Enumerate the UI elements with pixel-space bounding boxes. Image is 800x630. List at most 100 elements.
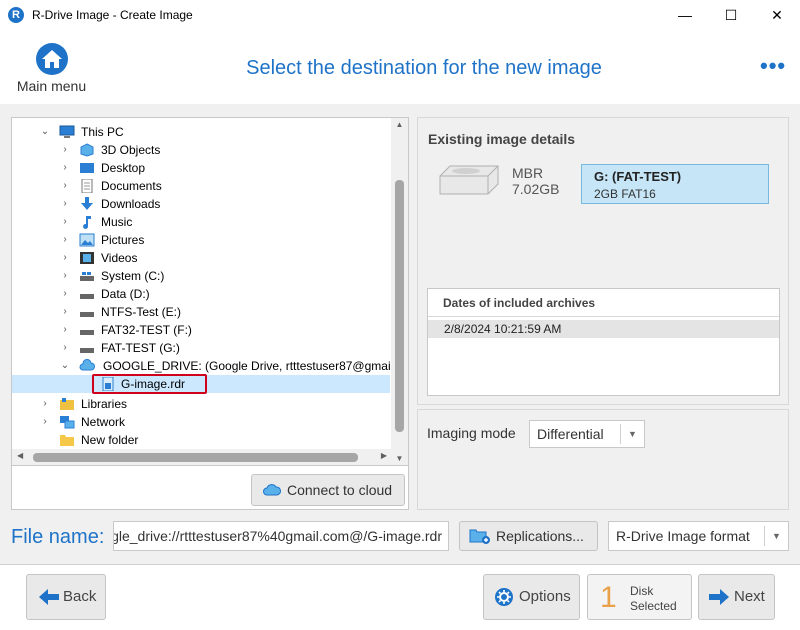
pictures-icon xyxy=(79,233,95,247)
file-name-label: File name: xyxy=(11,526,105,548)
partition-name: G: (FAT-TEST) xyxy=(594,169,682,184)
videos-icon xyxy=(80,252,94,264)
replications-label: Replications... xyxy=(496,528,584,544)
tree-item-label: Libraries xyxy=(81,397,128,411)
tree-item-label: NTFS-Test (E:) xyxy=(101,305,181,319)
scroll-right-icon[interactable]: ▶ xyxy=(381,451,387,460)
maximize-button[interactable]: ☐ xyxy=(708,0,754,31)
computer-icon xyxy=(59,125,75,138)
next-button[interactable]: Next xyxy=(698,574,775,620)
tree-item-data-d[interactable]: › Data (D:) xyxy=(12,285,390,303)
chevron-down-icon[interactable]: ⌄ xyxy=(40,123,50,141)
tree-item-label: Music xyxy=(101,215,133,229)
title-bar: R R-Drive Image - Create Image — ☐ ✕ xyxy=(0,0,800,31)
tree-item-downloads[interactable]: › Downloads xyxy=(12,195,390,213)
tree-item-ntfs-test-e[interactable]: › NTFS-Test (E:) xyxy=(12,303,390,321)
tree-item-documents[interactable]: › Documents xyxy=(12,177,390,195)
chevron-right-icon[interactable]: › xyxy=(60,231,70,249)
scroll-up-icon[interactable]: ▲ xyxy=(391,120,408,129)
drive-icon xyxy=(80,330,94,335)
chevron-right-icon[interactable]: › xyxy=(60,213,70,231)
partition-info: 2GB FAT16 xyxy=(594,187,656,201)
archive-date: 2/8/2024 10:21:59 AM xyxy=(444,322,562,336)
tree-item-g-image-rdr[interactable]: G-image.rdr xyxy=(12,375,390,393)
existing-image-details: Existing image details MBR 7.02GB G: (FA… xyxy=(417,117,789,405)
list-item[interactable]: 2/8/2024 10:21:59 AM xyxy=(428,320,779,338)
chevron-down-icon[interactable]: ⌄ xyxy=(60,357,70,375)
tree-item-label: New folder xyxy=(81,433,139,447)
details-title: Existing image details xyxy=(428,131,576,147)
chevron-right-icon[interactable]: › xyxy=(60,249,70,267)
chevron-right-icon[interactable]: › xyxy=(60,195,70,213)
image-format-select[interactable]: R-Drive Image format ▼ xyxy=(608,521,789,551)
imaging-mode-select[interactable]: Differential ▼ xyxy=(529,420,645,448)
tree-item-this-pc[interactable]: ⌄ This PC xyxy=(12,123,390,141)
options-button[interactable]: Options xyxy=(483,574,580,620)
chevron-down-icon[interactable]: ▼ xyxy=(620,424,644,444)
tree-item-label: FAT32-TEST (F:) xyxy=(101,323,192,337)
disk-selected-label-line2: Selected xyxy=(630,599,677,613)
tree-item-label: GOOGLE_DRIVE: (Google Drive, rtttestuser… xyxy=(103,359,390,373)
chevron-right-icon[interactable]: › xyxy=(60,159,70,177)
tree-item-system-c[interactable]: › System (C:) xyxy=(12,267,390,285)
scroll-down-icon[interactable]: ▼ xyxy=(391,454,408,463)
tree-horizontal-scrollbar[interactable]: ◀ ▶ xyxy=(12,449,392,465)
drive-icon xyxy=(80,348,94,353)
drive-icon xyxy=(80,294,94,299)
tree-item-fat-test-g[interactable]: › FAT-TEST (G:) xyxy=(12,339,390,357)
tree-item-3d-objects[interactable]: › 3D Objects xyxy=(12,141,390,159)
destination-tree[interactable]: ⌄ This PC › 3D Objects › Desktop › Docum… xyxy=(11,117,409,466)
scroll-thumb[interactable] xyxy=(395,180,404,432)
chevron-right-icon[interactable]: › xyxy=(40,413,50,431)
connect-to-cloud-label: Connect to cloud xyxy=(287,482,393,498)
arrow-right-icon xyxy=(709,589,729,605)
downloads-icon xyxy=(81,197,93,210)
app-icon: R xyxy=(8,7,24,23)
image-file-icon xyxy=(102,377,114,391)
tree-vertical-scrollbar[interactable]: ▲ ▼ xyxy=(391,118,408,465)
tree-item-new-folder[interactable]: New folder xyxy=(12,431,390,449)
partition-box[interactable]: G: (FAT-TEST) 2GB FAT16 xyxy=(581,164,769,204)
scroll-thumb[interactable] xyxy=(33,453,358,462)
file-name-input[interactable]: google_drive://rtttestuser87%40gmail.com… xyxy=(113,521,449,551)
tree-item-label: This PC xyxy=(81,125,124,139)
tree-item-label: Network xyxy=(81,415,126,429)
tree-item-label: Downloads xyxy=(101,197,161,211)
chevron-right-icon[interactable]: › xyxy=(60,303,70,321)
desktop-icon xyxy=(80,163,94,173)
tree-item-google-drive[interactable]: ⌄ GOOGLE_DRIVE: (Google Drive, rtttestus… xyxy=(12,357,390,375)
page-title: Select the destination for the new image xyxy=(246,57,602,79)
cloud-icon xyxy=(263,484,281,496)
tree-item-music[interactable]: › Music xyxy=(12,213,390,231)
chevron-down-icon[interactable]: ▼ xyxy=(764,526,788,546)
close-button[interactable]: ✕ xyxy=(754,0,800,31)
archive-dates-list[interactable]: Dates of included archives 2/8/2024 10:2… xyxy=(427,288,780,396)
chevron-right-icon[interactable]: › xyxy=(40,395,50,413)
more-options-icon[interactable]: ••• xyxy=(760,53,786,79)
archive-dates-header: Dates of included archives xyxy=(428,289,779,317)
tree-item-desktop[interactable]: › Desktop xyxy=(12,159,390,177)
drive-icon xyxy=(80,272,94,281)
connect-to-cloud-button[interactable]: Connect to cloud xyxy=(251,474,405,506)
chevron-right-icon[interactable]: › xyxy=(60,267,70,285)
replications-button[interactable]: Replications... xyxy=(459,521,598,551)
network-icon xyxy=(60,416,75,429)
tree-item-fat32-test-f[interactable]: › FAT32-TEST (F:) xyxy=(12,321,390,339)
minimize-button[interactable]: — xyxy=(662,0,708,31)
chevron-right-icon[interactable]: › xyxy=(60,141,70,159)
tree-item-videos[interactable]: › Videos xyxy=(12,249,390,267)
music-icon xyxy=(83,216,91,229)
scroll-left-icon[interactable]: ◀ xyxy=(17,451,23,460)
tree-item-label: Videos xyxy=(101,251,138,265)
chevron-right-icon[interactable]: › xyxy=(60,285,70,303)
drive-icon xyxy=(80,312,94,317)
tree-item-pictures[interactable]: › Pictures xyxy=(12,231,390,249)
tree-item-network[interactable]: › Network xyxy=(12,413,390,431)
chevron-right-icon[interactable]: › xyxy=(60,339,70,357)
tree-item-label: 3D Objects xyxy=(101,143,161,157)
chevron-right-icon[interactable]: › xyxy=(60,321,70,339)
tree-item-libraries[interactable]: › Libraries xyxy=(12,395,390,413)
back-button[interactable]: Back xyxy=(26,574,106,620)
chevron-right-icon[interactable]: › xyxy=(60,177,70,195)
archive-dates-header-label: Dates of included archives xyxy=(443,296,596,310)
